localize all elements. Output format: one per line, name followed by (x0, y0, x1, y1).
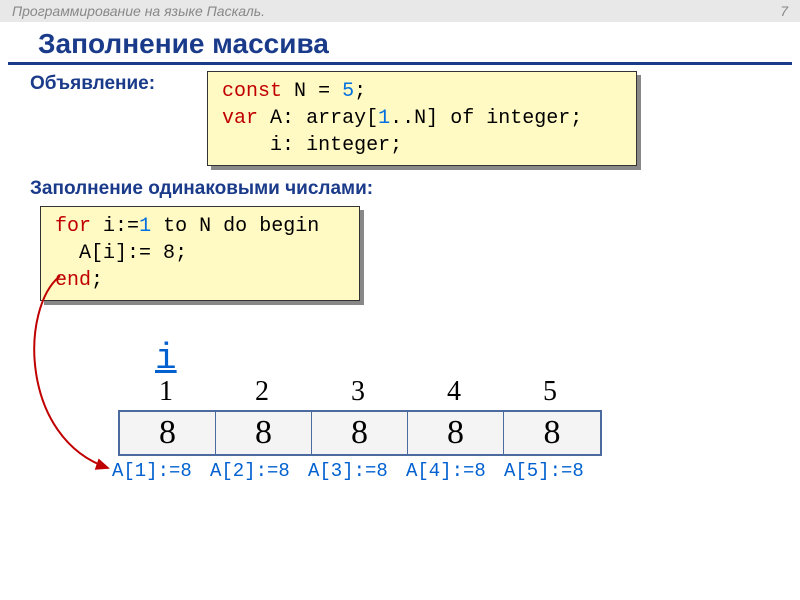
kw-const: const (222, 80, 282, 103)
section-declaration-label: Объявление: (0, 71, 195, 101)
kw-for: for (55, 215, 91, 238)
array-cell: 8 (216, 412, 312, 454)
array-cells: 8 8 8 8 8 (118, 410, 602, 456)
array-cell: 8 (120, 412, 216, 454)
index-cell: 2 (214, 376, 310, 408)
index-cell: 3 (310, 376, 406, 408)
assignment-expr: A[3]:=8 (308, 460, 406, 482)
assignment-expr: A[2]:=8 (210, 460, 308, 482)
loop-variable-i: i (155, 338, 177, 379)
array-cell: 8 (408, 412, 504, 454)
index-cell: 4 (406, 376, 502, 408)
page-number: 7 (780, 3, 788, 19)
code-declaration: const N = 5; var A: array[1..N] of integ… (207, 71, 637, 166)
code-fill-loop: for i:=1 to N do begin A[i]:= 8; end; (40, 206, 360, 301)
kw-end: end (55, 269, 91, 292)
assignment-expr: A[5]:=8 (504, 460, 602, 482)
header-title: Программирование на языке Паскаль. (12, 3, 265, 19)
assignment-expr: A[1]:=8 (112, 460, 210, 482)
array-cell: 8 (504, 412, 600, 454)
index-cell: 5 (502, 376, 598, 408)
section-fill-label: Заполнение одинаковыми числами: (0, 176, 800, 206)
slide-title: Заполнение массива (8, 22, 792, 65)
header-bar: Программирование на языке Паскаль. 7 (0, 0, 800, 22)
kw-var: var (222, 107, 258, 130)
array-visualization: 1 2 3 4 5 8 8 8 8 8 (118, 376, 598, 456)
array-indices: 1 2 3 4 5 (118, 376, 598, 408)
assignment-row: A[1]:=8 A[2]:=8 A[3]:=8 A[4]:=8 A[5]:=8 (112, 460, 602, 482)
assignment-expr: A[4]:=8 (406, 460, 504, 482)
index-cell: 1 (118, 376, 214, 408)
array-cell: 8 (312, 412, 408, 454)
